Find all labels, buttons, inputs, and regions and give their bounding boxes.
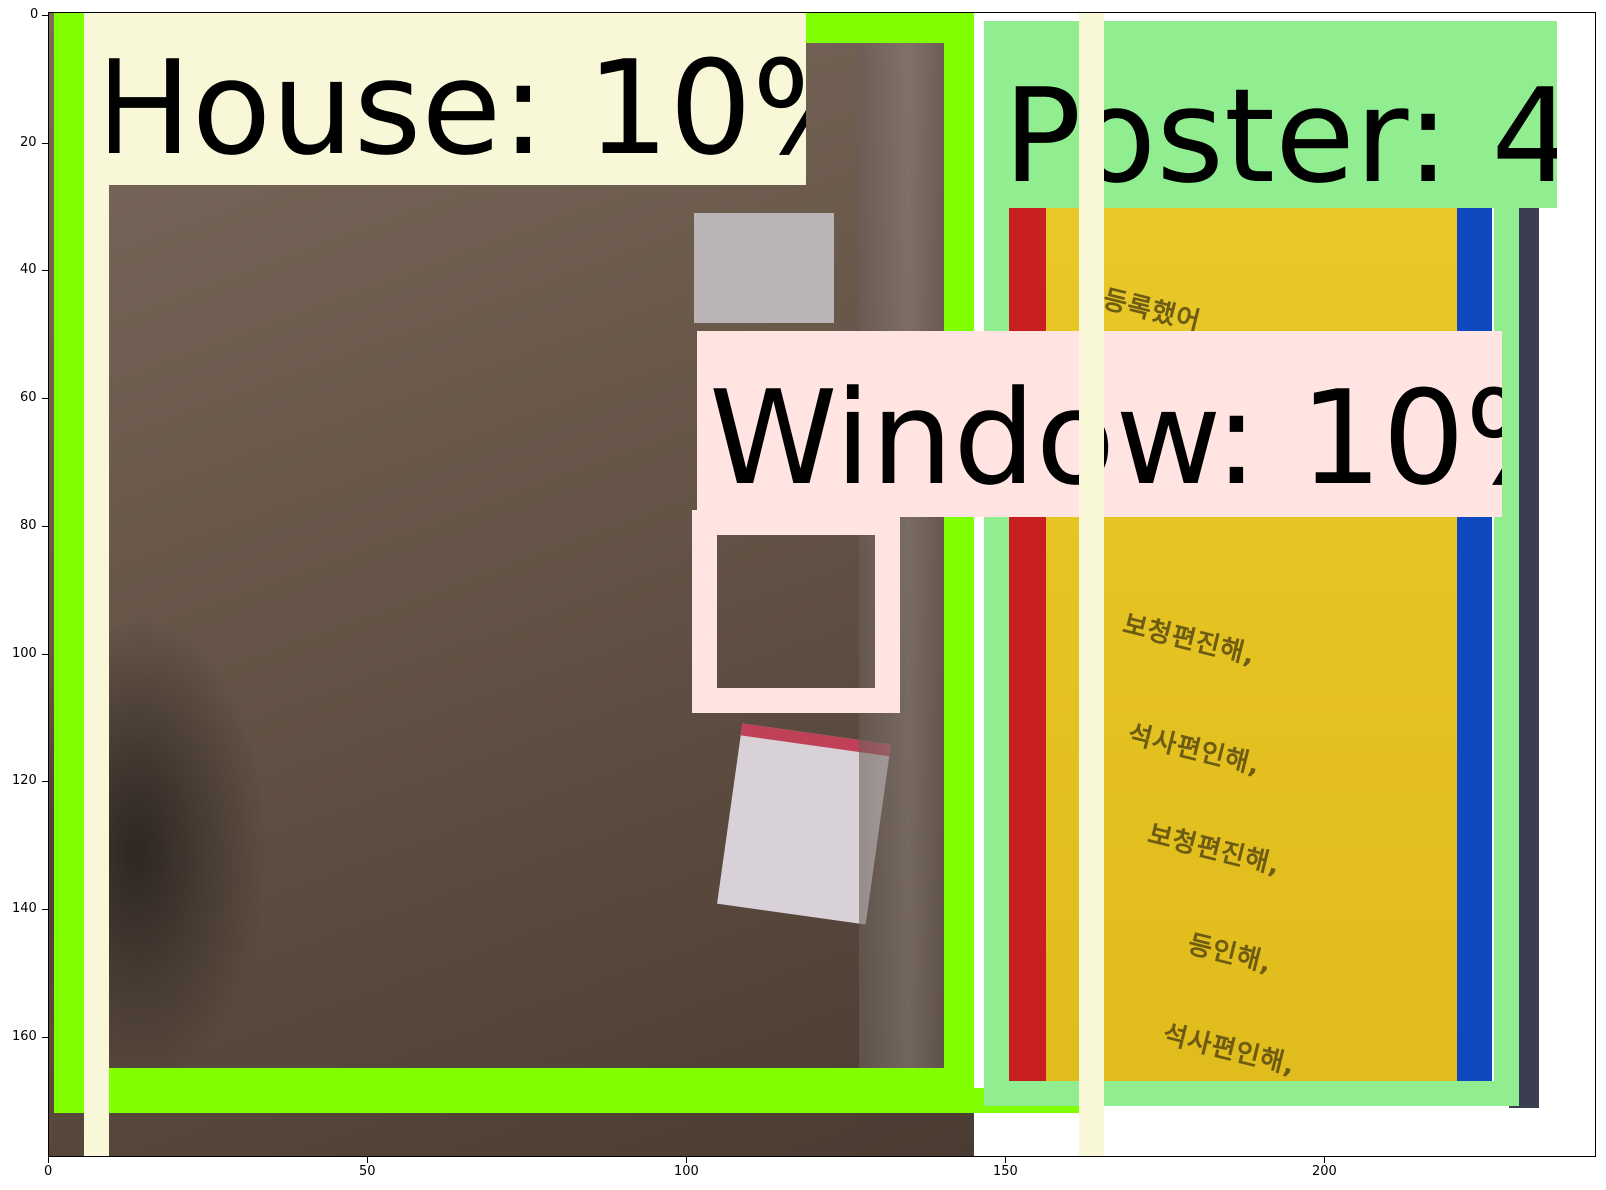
y-tick-mark [42, 1037, 48, 1038]
x-tick-mark [686, 1157, 687, 1163]
y-tick-label: 20 [20, 135, 37, 150]
x-tick-mark [367, 1157, 368, 1163]
x-tick-mark [48, 1157, 49, 1163]
y-tick-label: 80 [20, 518, 37, 533]
y-tick-mark [42, 781, 48, 782]
house-box-edge [84, 13, 109, 1156]
y-tick-label: 100 [12, 646, 37, 661]
y-tick-label: 160 [12, 1029, 37, 1044]
y-tick-mark [42, 15, 48, 16]
y-tick-label: 0 [30, 7, 39, 22]
y-tick-mark [42, 909, 48, 910]
y-tick-mark [42, 398, 48, 399]
x-tick-mark [1324, 1157, 1325, 1163]
y-tick-mark [42, 270, 48, 271]
y-tick-label: 140 [12, 901, 37, 916]
x-tick-label: 0 [44, 1164, 53, 1179]
house-label: House: 10% [84, 13, 806, 185]
x-tick-label: 150 [993, 1164, 1018, 1179]
y-tick-label: 40 [20, 262, 37, 277]
y-tick-mark [42, 526, 48, 527]
y-tick-label: 60 [20, 390, 37, 405]
house-box-edge [1079, 13, 1104, 1156]
window-bounding-box [692, 510, 900, 713]
x-tick-label: 50 [359, 1164, 376, 1179]
y-tick-label: 120 [12, 773, 37, 788]
x-tick-label: 200 [1312, 1164, 1337, 1179]
y-tick-mark [42, 143, 48, 144]
x-tick-mark [1005, 1157, 1006, 1163]
y-tick-mark [42, 654, 48, 655]
x-tick-label: 100 [674, 1164, 699, 1179]
image-plot: 등록했어 보청편진해, 석사편인해, 보청편진해, 등인해, 석사편인해, Ho… [48, 12, 1596, 1157]
